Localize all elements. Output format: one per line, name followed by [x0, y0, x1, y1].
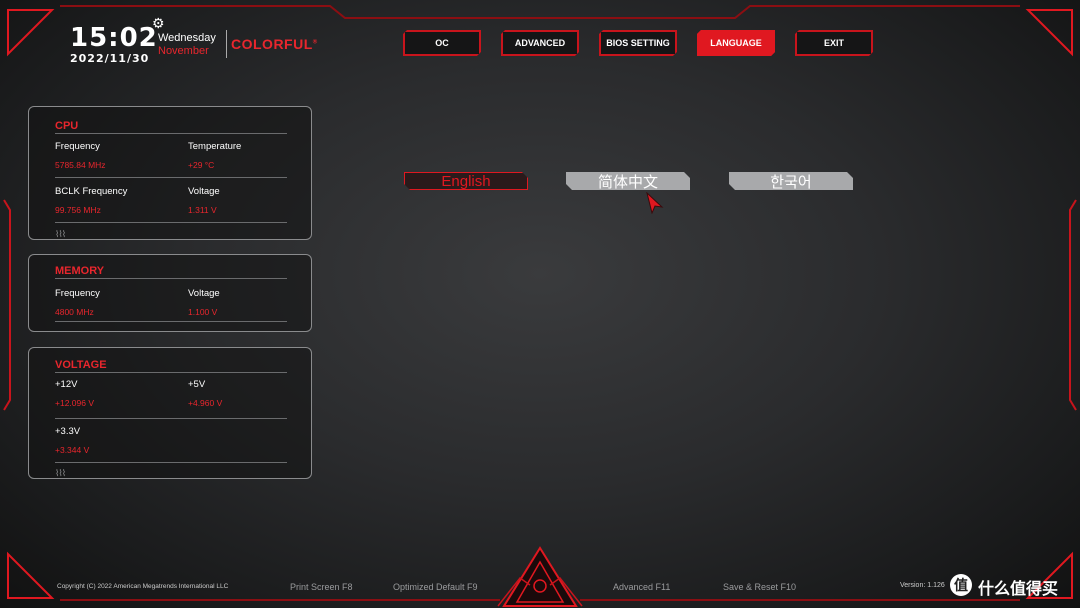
nav-advanced-button[interactable]: ADVANCED — [501, 30, 579, 56]
cpu-voltage-value: 1.311 V — [188, 205, 217, 215]
language-english-button[interactable]: English — [404, 172, 528, 190]
nav-bios-setting-button[interactable]: BIOS SETTING — [599, 30, 677, 56]
divider — [55, 133, 287, 134]
memory-frequency-label: Frequency — [55, 288, 100, 299]
clock-time: 15:02 — [70, 23, 158, 53]
memory-voltage-value: 1.100 V — [188, 307, 218, 317]
weekday-label: Wednesday — [158, 32, 216, 44]
cpu-title: CPU — [55, 120, 79, 132]
cpu-panel: CPU Frequency 5785.84 MHz Temperature +2… — [28, 106, 312, 240]
memory-panel: MEMORY Frequency 4800 MHz Voltage 1.100 … — [28, 254, 312, 332]
v5-label: +5V — [188, 379, 206, 390]
brand-logo: COLORFUL® — [231, 36, 318, 52]
cpu-frequency-value: 5785.84 MHz — [55, 160, 106, 170]
gear-icon[interactable]: ⚙ — [152, 15, 165, 32]
language-chinese-button[interactable]: 简体中文 — [566, 172, 690, 190]
voltage-title: VOLTAGE — [55, 359, 107, 371]
cpu-temperature-label: Temperature — [188, 141, 242, 152]
divider — [55, 278, 287, 279]
month-label: November — [158, 45, 209, 57]
print-screen-hint[interactable]: Print Screen F8 — [290, 582, 353, 592]
cpu-bclk-label: BCLK Frequency — [55, 186, 128, 197]
v12-value: +12.096 V — [55, 398, 94, 408]
cpu-bclk-value: 99.756 MHz — [55, 205, 101, 215]
v12-label: +12V — [55, 379, 78, 390]
advanced-hint[interactable]: Advanced F11 — [613, 582, 670, 592]
clock-date: 2022/11/30 — [70, 52, 150, 65]
divider — [55, 222, 287, 223]
save-reset-hint[interactable]: Save & Reset F10 — [723, 582, 796, 592]
v33-value: +3.344 V — [55, 445, 90, 455]
memory-voltage-label: Voltage — [188, 288, 220, 299]
optimized-default-hint[interactable]: Optimized Default F9 — [393, 582, 478, 592]
version-label: Version: 1.126 — [900, 582, 945, 589]
language-korean-button[interactable]: 한국어 — [729, 172, 853, 190]
divider — [55, 462, 287, 463]
day-info: Wednesday November — [158, 32, 216, 57]
emblem-icon — [497, 546, 583, 607]
clock: 15:02 2022/11/30 — [70, 24, 158, 65]
panel-wave-decoration: ⌇⌇⌇ — [55, 468, 66, 478]
copyright-text: Copyright (C) 2022 American Megatrends I… — [57, 583, 229, 590]
mouse-cursor-icon — [646, 192, 664, 214]
memory-frequency-value: 4800 MHz — [55, 307, 94, 317]
divider — [55, 177, 287, 178]
cpu-temperature-value: +29 °C — [188, 160, 215, 170]
v33-label: +3.3V — [55, 426, 81, 437]
divider — [55, 372, 287, 373]
header-divider — [226, 30, 227, 58]
panel-wave-decoration: ⌇⌇⌇ — [55, 229, 66, 239]
watermark-logo-icon: 值 — [950, 574, 972, 596]
memory-title: MEMORY — [55, 265, 105, 277]
cpu-voltage-label: Voltage — [188, 186, 220, 197]
watermark-text: 什么值得买 — [978, 581, 1059, 598]
voltage-panel: VOLTAGE +12V +12.096 V +5V +4.960 V +3.3… — [28, 347, 312, 479]
nav-oc-button[interactable]: OC — [403, 30, 481, 56]
cpu-frequency-label: Frequency — [55, 141, 100, 152]
nav-exit-button[interactable]: EXIT — [795, 30, 873, 56]
divider — [55, 418, 287, 419]
nav-language-button[interactable]: LANGUAGE — [697, 30, 775, 56]
v5-value: +4.960 V — [188, 398, 223, 408]
divider — [55, 321, 287, 322]
